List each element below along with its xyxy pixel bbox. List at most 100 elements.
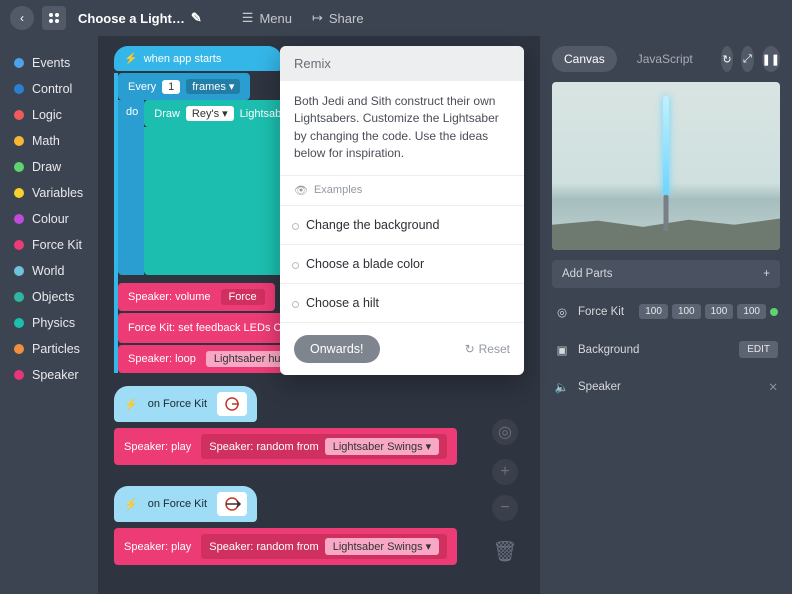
share-button[interactable]: ↦ Share [312, 10, 364, 26]
restart-button[interactable]: ↻ [721, 46, 733, 72]
sidebar-item-variables[interactable]: Variables [0, 180, 98, 206]
block-draw-lightsaber[interactable]: Draw Rey's ▾ Lightsaber [144, 100, 301, 127]
share-label: Share [329, 11, 364, 26]
sidebar-item-force-kit[interactable]: Force Kit [0, 232, 98, 258]
share-icon: ↦ [312, 10, 323, 26]
do-label: do [118, 100, 144, 275]
gesture-icon[interactable] [217, 492, 247, 516]
category-dot [14, 266, 24, 276]
modal-item[interactable]: Choose a hilt [280, 284, 524, 323]
menu-button[interactable]: ☰ Menu [242, 10, 292, 26]
examples-header: 👁Examples [280, 176, 524, 206]
sidebar-item-events[interactable]: Events [0, 50, 98, 76]
sidebar-item-logic[interactable]: Logic [0, 102, 98, 128]
zoom-out-button[interactable]: − [492, 495, 518, 521]
project-title-text: Choose a Light… [78, 11, 185, 26]
modal-title: Remix [280, 46, 524, 81]
sidebar-item-label: Events [32, 56, 70, 70]
sidebar-item-label: Math [32, 134, 60, 148]
sidebar-item-math[interactable]: Math [0, 128, 98, 154]
menu-label: Menu [259, 11, 292, 26]
category-sidebar: Events Control Logic Math Draw Variables Colou… [0, 36, 98, 594]
sidebar-item-label: Variables [32, 186, 83, 200]
canvas-preview[interactable] [552, 82, 780, 250]
category-dot [14, 318, 24, 328]
reset-button[interactable]: ↻Reset [465, 342, 510, 356]
sidebar-item-physics[interactable]: Physics [0, 310, 98, 336]
val-0[interactable]: 100 [639, 304, 668, 319]
edit-title-icon: ✎ [191, 10, 202, 26]
category-dot [14, 162, 24, 172]
category-dot [14, 214, 24, 224]
category-dot [14, 370, 24, 380]
category-dot [14, 136, 24, 146]
zoom-in-button[interactable]: + [492, 459, 518, 485]
sidebar-item-label: Particles [32, 342, 80, 356]
modal-body-text: Both Jedi and Sith construct their own L… [280, 81, 524, 176]
category-dot [14, 188, 24, 198]
part-background[interactable]: ▣Background EDIT [552, 335, 780, 364]
image-icon: ▣ [554, 343, 570, 357]
edit-background-button[interactable]: EDIT [739, 341, 778, 358]
block-on-force-kit-1[interactable]: ⚡on Force Kit [114, 386, 257, 422]
sidebar-item-label: Objects [32, 290, 74, 304]
trash-icon[interactable]: 🗑 [492, 539, 517, 564]
remix-modal: Remix Both Jedi and Sith construct their… [280, 46, 524, 375]
back-button[interactable]: ‹ [10, 6, 34, 30]
recenter-button[interactable]: ◎ [492, 419, 518, 445]
frames-dropdown[interactable]: frames ▾ [186, 79, 240, 94]
sidebar-item-label: Physics [32, 316, 75, 330]
project-title[interactable]: Choose a Light… ✎ [78, 10, 202, 26]
right-panel: Canvas JavaScript ↻ ⤢ ❚❚ Add Parts + ◎Fo… [540, 36, 792, 594]
status-dot [770, 308, 778, 316]
sidebar-item-label: Speaker [32, 368, 79, 382]
speaker-icon: 🔈 [554, 380, 570, 394]
app-icon[interactable] [42, 6, 66, 30]
category-dot [14, 292, 24, 302]
block-speaker-play-2[interactable]: Speaker: play Speaker: random from Light… [114, 528, 457, 565]
sidebar-item-particles[interactable]: Particles [0, 336, 98, 362]
block-on-force-kit-2[interactable]: ⚡on Force Kit [114, 486, 257, 522]
category-dot [14, 110, 24, 120]
category-dot [14, 58, 24, 68]
add-parts-button[interactable]: Add Parts + [552, 260, 780, 288]
menu-icon: ☰ [242, 10, 254, 26]
fullscreen-button[interactable]: ⤢ [741, 46, 753, 72]
val-3[interactable]: 100 [737, 304, 766, 319]
sidebar-item-draw[interactable]: Draw [0, 154, 98, 180]
block-speaker-volume[interactable]: Speaker: volume Force [118, 283, 275, 311]
sidebar-item-label: Logic [32, 108, 62, 122]
lightsaber-hilt [664, 195, 669, 231]
block-every[interactable]: Every 1 frames ▾ [118, 73, 250, 100]
every-value[interactable]: 1 [162, 80, 180, 94]
sidebar-item-objects[interactable]: Objects [0, 284, 98, 310]
gesture-icon[interactable] [217, 392, 247, 416]
part-speaker[interactable]: 🔈Speaker ✕ [552, 374, 780, 400]
val-2[interactable]: 100 [705, 304, 734, 319]
part-force-kit[interactable]: ◎Force Kit 100 100 100 100 [552, 298, 780, 325]
force-chip[interactable]: Force [221, 289, 265, 305]
category-dot [14, 240, 24, 250]
modal-item[interactable]: Change the background [280, 206, 524, 245]
sidebar-item-control[interactable]: Control [0, 76, 98, 102]
block-speaker-play-1[interactable]: Speaker: play Speaker: random from Light… [114, 428, 457, 465]
tab-canvas[interactable]: Canvas [552, 46, 617, 72]
block-when-app-starts[interactable]: ⚡when app starts [114, 46, 282, 71]
sidebar-item-label: Control [32, 82, 72, 96]
modal-item[interactable]: Choose a blade color [280, 245, 524, 284]
category-dot [14, 344, 24, 354]
sidebar-item-label: Colour [32, 212, 69, 226]
swings-dropdown-2[interactable]: Lightsaber Swings ▾ [325, 538, 439, 555]
swings-dropdown[interactable]: Lightsaber Swings ▾ [325, 438, 439, 455]
reys-dropdown[interactable]: Rey's ▾ [186, 106, 234, 121]
val-1[interactable]: 100 [672, 304, 701, 319]
tab-javascript[interactable]: JavaScript [625, 46, 705, 72]
sidebar-item-label: Draw [32, 160, 61, 174]
pause-button[interactable]: ❚❚ [762, 46, 780, 72]
reset-icon: ↻ [465, 342, 475, 356]
onwards-button[interactable]: Onwards! [294, 335, 380, 363]
sidebar-item-speaker[interactable]: Speaker [0, 362, 98, 388]
sidebar-item-colour[interactable]: Colour [0, 206, 98, 232]
close-icon[interactable]: ✕ [768, 380, 778, 394]
sidebar-item-world[interactable]: World [0, 258, 98, 284]
